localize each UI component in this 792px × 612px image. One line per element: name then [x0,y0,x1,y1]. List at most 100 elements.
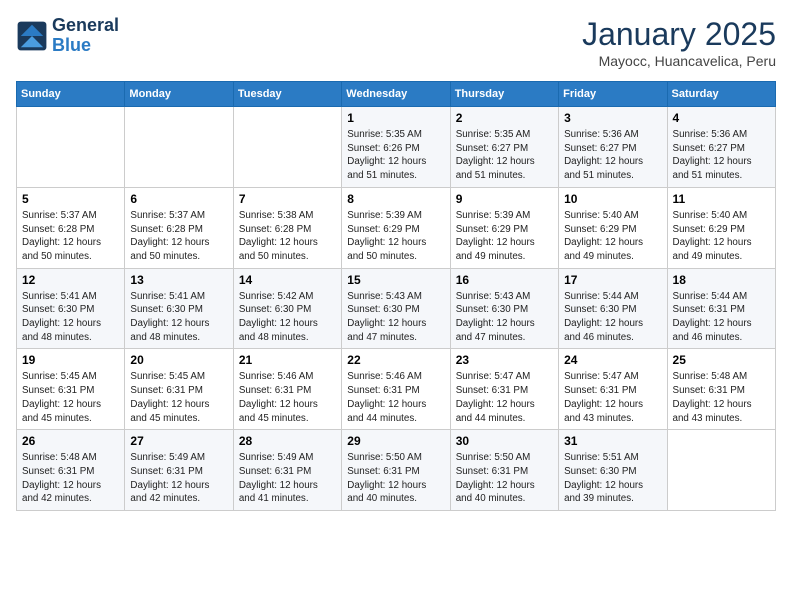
day-number: 4 [673,111,770,125]
day-number: 27 [130,434,227,448]
column-header-thursday: Thursday [450,82,558,107]
day-info: Sunrise: 5:49 AM Sunset: 6:31 PM Dayligh… [130,451,227,506]
day-info: Sunrise: 5:42 AM Sunset: 6:30 PM Dayligh… [239,290,336,345]
day-number: 12 [22,273,119,287]
calendar-cell: 1 Sunrise: 5:35 AM Sunset: 6:26 PM Daylig… [342,107,450,188]
day-number: 20 [130,353,227,367]
day-info: Sunrise: 5:46 AM Sunset: 6:31 PM Dayligh… [347,370,444,425]
day-number: 26 [22,434,119,448]
calendar-cell: 31 Sunrise: 5:51 AM Sunset: 6:30 PM Dayli… [559,430,667,511]
day-info: Sunrise: 5:49 AM Sunset: 6:31 PM Dayligh… [239,451,336,506]
calendar-cell: 19 Sunrise: 5:45 AM Sunset: 6:31 PM Dayli… [17,349,125,430]
day-number: 19 [22,353,119,367]
day-info: Sunrise: 5:35 AM Sunset: 6:27 PM Dayligh… [456,128,553,183]
day-info: Sunrise: 5:40 AM Sunset: 6:29 PM Dayligh… [564,209,661,264]
calendar-cell [17,107,125,188]
day-info: Sunrise: 5:47 AM Sunset: 6:31 PM Dayligh… [456,370,553,425]
month-title: January 2025 [582,16,776,53]
day-number: 15 [347,273,444,287]
day-number: 24 [564,353,661,367]
day-info: Sunrise: 5:45 AM Sunset: 6:31 PM Dayligh… [22,370,119,425]
calendar-cell: 2 Sunrise: 5:35 AM Sunset: 6:27 PM Daylig… [450,107,558,188]
day-info: Sunrise: 5:35 AM Sunset: 6:26 PM Dayligh… [347,128,444,183]
logo-icon [16,20,48,52]
day-info: Sunrise: 5:51 AM Sunset: 6:30 PM Dayligh… [564,451,661,506]
day-info: Sunrise: 5:46 AM Sunset: 6:31 PM Dayligh… [239,370,336,425]
calendar-cell: 5Sunrise: 5:37 AM Sunset: 6:28 PM Daylig… [17,187,125,268]
day-info: Sunrise: 5:39 AM Sunset: 6:29 PM Dayligh… [456,209,553,264]
column-header-sunday: Sunday [17,82,125,107]
column-header-friday: Friday [559,82,667,107]
calendar-table: SundayMondayTuesdayWednesdayThursdayFrid… [16,81,776,511]
calendar-cell: 26Sunrise: 5:48 AM Sunset: 6:31 PM Dayli… [17,430,125,511]
day-number: 11 [673,192,770,206]
calendar-cell: 14 Sunrise: 5:42 AM Sunset: 6:30 PM Dayli… [233,268,341,349]
calendar-cell: 21Sunrise: 5:46 AM Sunset: 6:31 PM Dayli… [233,349,341,430]
calendar-cell: 15 Sunrise: 5:43 AM Sunset: 6:30 PM Dayli… [342,268,450,349]
calendar-cell: 16 Sunrise: 5:43 AM Sunset: 6:30 PM Dayli… [450,268,558,349]
calendar-week-1: 1 Sunrise: 5:35 AM Sunset: 6:26 PM Daylig… [17,107,776,188]
day-number: 3 [564,111,661,125]
calendar-cell: 24 Sunrise: 5:47 AM Sunset: 6:31 PM Dayli… [559,349,667,430]
calendar-cell: 11 Sunrise: 5:40 AM Sunset: 6:29 PM Dayli… [667,187,775,268]
calendar-header-row: SundayMondayTuesdayWednesdayThursdayFrid… [17,82,776,107]
day-info: Sunrise: 5:41 AM Sunset: 6:30 PM Dayligh… [22,290,119,345]
calendar-cell: 27 Sunrise: 5:49 AM Sunset: 6:31 PM Dayli… [125,430,233,511]
day-info: Sunrise: 5:50 AM Sunset: 6:31 PM Dayligh… [456,451,553,506]
day-number: 14 [239,273,336,287]
day-info: Sunrise: 5:36 AM Sunset: 6:27 PM Dayligh… [564,128,661,183]
day-number: 9 [456,192,553,206]
logo-text: General Blue [52,16,119,56]
title-block: January 2025 Mayocc, Huancavelica, Peru [582,16,776,69]
calendar-cell [125,107,233,188]
day-number: 1 [347,111,444,125]
day-number: 25 [673,353,770,367]
calendar-cell: 7 Sunrise: 5:38 AM Sunset: 6:28 PM Daylig… [233,187,341,268]
day-info: Sunrise: 5:40 AM Sunset: 6:29 PM Dayligh… [673,209,770,264]
day-info: Sunrise: 5:37 AM Sunset: 6:28 PM Dayligh… [130,209,227,264]
page-header: General Blue January 2025 Mayocc, Huanca… [16,16,776,69]
logo: General Blue [16,16,119,56]
day-number: 16 [456,273,553,287]
day-info: Sunrise: 5:36 AM Sunset: 6:27 PM Dayligh… [673,128,770,183]
day-info: Sunrise: 5:38 AM Sunset: 6:28 PM Dayligh… [239,209,336,264]
calendar-cell: 22Sunrise: 5:46 AM Sunset: 6:31 PM Dayli… [342,349,450,430]
day-info: Sunrise: 5:39 AM Sunset: 6:29 PM Dayligh… [347,209,444,264]
calendar-cell: 23 Sunrise: 5:47 AM Sunset: 6:31 PM Dayli… [450,349,558,430]
calendar-cell: 6 Sunrise: 5:37 AM Sunset: 6:28 PM Daylig… [125,187,233,268]
day-number: 13 [130,273,227,287]
logo-line1: General [52,16,119,36]
day-info: Sunrise: 5:41 AM Sunset: 6:30 PM Dayligh… [130,290,227,345]
day-number: 23 [456,353,553,367]
day-number: 18 [673,273,770,287]
calendar-cell: 13 Sunrise: 5:41 AM Sunset: 6:30 PM Dayli… [125,268,233,349]
location: Mayocc, Huancavelica, Peru [582,53,776,69]
calendar-cell: 4 Sunrise: 5:36 AM Sunset: 6:27 PM Daylig… [667,107,775,188]
day-info: Sunrise: 5:47 AM Sunset: 6:31 PM Dayligh… [564,370,661,425]
calendar-week-2: 5Sunrise: 5:37 AM Sunset: 6:28 PM Daylig… [17,187,776,268]
calendar-cell [233,107,341,188]
calendar-cell: 17Sunrise: 5:44 AM Sunset: 6:30 PM Dayli… [559,268,667,349]
calendar-cell: 30 Sunrise: 5:50 AM Sunset: 6:31 PM Dayli… [450,430,558,511]
calendar-cell: 29Sunrise: 5:50 AM Sunset: 6:31 PM Dayli… [342,430,450,511]
column-header-wednesday: Wednesday [342,82,450,107]
day-number: 31 [564,434,661,448]
day-info: Sunrise: 5:45 AM Sunset: 6:31 PM Dayligh… [130,370,227,425]
day-number: 7 [239,192,336,206]
calendar-cell: 28Sunrise: 5:49 AM Sunset: 6:31 PM Dayli… [233,430,341,511]
calendar-cell: 25 Sunrise: 5:48 AM Sunset: 6:31 PM Dayli… [667,349,775,430]
calendar-week-3: 12 Sunrise: 5:41 AM Sunset: 6:30 PM Dayli… [17,268,776,349]
day-info: Sunrise: 5:43 AM Sunset: 6:30 PM Dayligh… [347,290,444,345]
day-number: 2 [456,111,553,125]
logo-line2: Blue [52,36,119,56]
day-info: Sunrise: 5:50 AM Sunset: 6:31 PM Dayligh… [347,451,444,506]
calendar-cell: 10Sunrise: 5:40 AM Sunset: 6:29 PM Dayli… [559,187,667,268]
day-number: 30 [456,434,553,448]
day-info: Sunrise: 5:43 AM Sunset: 6:30 PM Dayligh… [456,290,553,345]
column-header-tuesday: Tuesday [233,82,341,107]
day-info: Sunrise: 5:48 AM Sunset: 6:31 PM Dayligh… [673,370,770,425]
day-info: Sunrise: 5:37 AM Sunset: 6:28 PM Dayligh… [22,209,119,264]
calendar-week-4: 19 Sunrise: 5:45 AM Sunset: 6:31 PM Dayli… [17,349,776,430]
day-number: 6 [130,192,227,206]
day-number: 8 [347,192,444,206]
